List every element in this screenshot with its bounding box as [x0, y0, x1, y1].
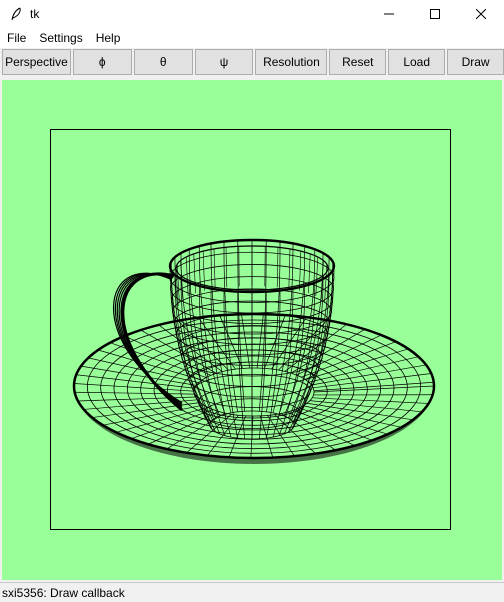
menu-settings[interactable]: Settings	[32, 28, 88, 48]
teacup-wireframe	[72, 238, 436, 464]
menu-file[interactable]: File	[0, 28, 32, 48]
status-bar: sxi5356: Draw callback	[0, 582, 504, 602]
phi-button[interactable]: ϕ	[72, 49, 132, 75]
menu-help[interactable]: Help	[89, 28, 127, 48]
minimize-button[interactable]	[366, 0, 412, 28]
perspective-button[interactable]: Perspective	[2, 49, 71, 75]
psi-button[interactable]: ψ	[194, 49, 254, 75]
minimize-icon	[384, 13, 394, 15]
feather-icon	[8, 6, 24, 22]
title-bar: tk	[0, 0, 504, 28]
reset-button[interactable]: Reset	[329, 49, 387, 75]
toolbar: Perspective ϕ θ ψ Resolution Reset Load …	[0, 49, 504, 77]
drawing-canvas[interactable]	[2, 80, 502, 580]
close-icon	[476, 9, 486, 19]
maximize-button[interactable]	[412, 0, 458, 28]
load-button[interactable]: Load	[388, 49, 446, 75]
status-text: sxi5356: Draw callback	[2, 585, 125, 600]
theta-button[interactable]: θ	[133, 49, 193, 75]
resolution-button[interactable]: Resolution	[255, 49, 328, 75]
close-button[interactable]	[458, 0, 504, 28]
window-title: tk	[30, 7, 40, 21]
maximize-icon	[430, 9, 440, 19]
draw-button[interactable]: Draw	[447, 49, 504, 75]
menu-bar: File Settings Help	[0, 28, 504, 48]
